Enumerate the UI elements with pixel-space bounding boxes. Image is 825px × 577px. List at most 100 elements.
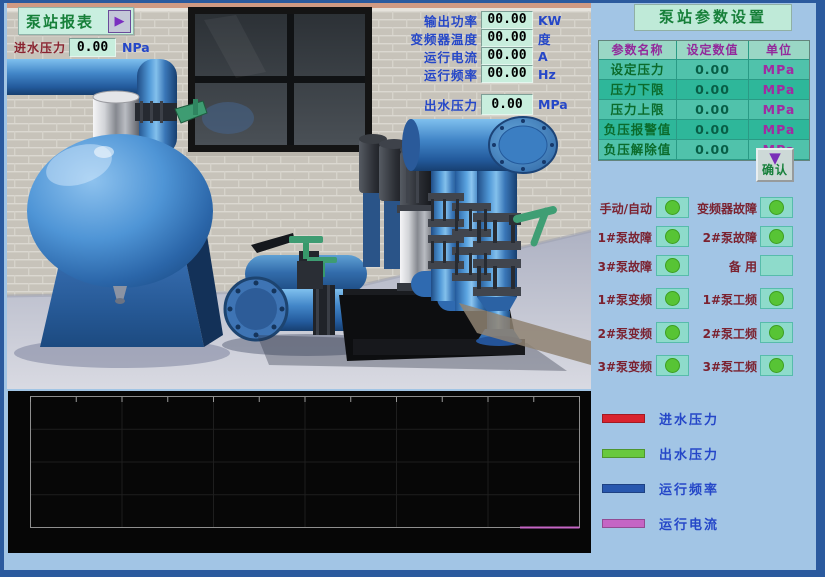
metric-row-run-current: 运行电流 00.00 A [398,47,561,65]
lamp-icon [665,258,680,273]
trend-plot [8,391,591,553]
lamp-icon [769,291,784,306]
legend-item-outlet-pressure: 出水压力 [602,447,719,459]
legend-swatch-run-current [602,519,645,528]
params-header-value: 设定数值 [677,41,749,60]
inverter-temp-unit: 度 [538,29,551,48]
legend-swatch-inlet-pressure [602,414,645,423]
lamp-icon [665,229,680,244]
inlet-pressure-unit: NPa [122,40,150,55]
status-label-pump3-fault: 3#泵故障 [595,258,652,275]
outlet-pressure-label: 出水压力 [398,95,478,114]
inlet-pressure-field: 进水压力 0.00 NPa [14,38,150,57]
legend-item-run-frequency: 运行频率 [602,482,719,494]
status-row-2: 1#泵故障 2#泵故障 [595,226,807,248]
inverter-temp-label: 变频器温度 [398,29,478,48]
window [186,7,374,156]
status-lamp-pump2-vfd [656,322,689,343]
param-name-negative-release: 负压解除值 [599,140,677,160]
run-frequency-unit: Hz [538,67,556,82]
frame-border-right [816,0,825,577]
legend-label-outlet-pressure: 出水压力 [659,444,719,463]
status-lamp-pump1-mains [760,288,793,309]
status-lamp-pump2-fault [760,226,793,247]
param-value-negative-alarm[interactable]: 0.00 [677,120,749,140]
pressure-tank [14,134,230,368]
metric-row-run-frequency: 运行频率 00.00 Hz [398,65,561,83]
status-lamp-pump3-vfd [656,355,689,376]
status-label-pump1-mains: 1#泵工频 [687,291,757,308]
lamp-icon [665,291,680,306]
params-header-name: 参数名称 [599,41,677,60]
measurement-panel: 输出功率 00.00 KW 变频器温度 00.00 度 运行电流 00.00 A… [398,11,561,83]
status-label-pump1-vfd: 1#泵变频 [595,291,652,308]
param-name-set-pressure: 设定压力 [599,60,677,80]
legend-swatch-run-frequency [602,484,645,493]
report-arrow-icon[interactable]: ▶ [108,10,131,33]
status-label-pump3-mains: 3#泵工频 [687,358,757,375]
lamp-icon [665,325,680,340]
status-label-pump1-fault: 1#泵故障 [595,229,652,246]
metric-row-inverter-temp: 变频器温度 00.00 度 [398,29,561,47]
status-row-4: 1#泵变频 1#泵工频 [595,288,807,310]
param-unit-set-pressure: MPa [749,60,809,80]
param-value-set-pressure[interactable]: 0.00 [677,60,749,80]
status-lamp-manual-auto [656,197,689,218]
frame-border-left [0,0,4,577]
legend-item-inlet-pressure: 进水压力 [602,412,719,424]
run-current-value: 00.00 [481,47,533,65]
outlet-pressure-value: 0.00 [481,94,533,115]
inlet-pressure-value: 0.00 [69,38,116,57]
status-label-pump2-mains: 2#泵工频 [687,325,757,342]
run-current-unit: A [538,49,548,64]
legend-swatch-outlet-pressure [602,449,645,458]
discharge-header-pipe [402,117,557,173]
status-lamp-pump1-fault [656,226,689,247]
status-row-5: 2#泵变频 2#泵工频 [595,322,807,344]
frame-border-top [0,0,825,3]
status-label-vfd-fault: 变频器故障 [687,200,757,217]
lamp-icon [769,229,784,244]
status-lamp-pump3-mains [760,355,793,376]
status-label-pump3-vfd: 3#泵变频 [595,358,652,375]
params-table: 参数名称 设定数值 单位 设定压力 0.00 MPa 压力下限 0.00 MPa… [598,40,810,161]
lamp-icon [769,325,784,340]
status-label-spare: 备 用 [687,258,757,275]
legend-label-run-current: 运行电流 [659,514,719,533]
report-button-label: 泵站报表 [19,11,108,32]
outlet-pressure-unit: MPa [538,97,568,112]
frame-border-bottom [0,570,825,577]
run-current-label: 运行电流 [398,47,478,66]
status-lamp-pump2-mains [760,322,793,343]
param-name-negative-alarm: 负压报警值 [599,120,677,140]
status-row-3: 3#泵故障 备 用 [595,255,807,277]
status-row-6: 3#泵变频 3#泵工频 [595,355,807,377]
report-button[interactable]: 泵站报表 ▶ [18,7,134,35]
lamp-icon [665,200,680,215]
pump-station-3d-view: 泵站报表 ▶ 进水压力 0.00 NPa 输出功率 00.00 KW 变频器温度… [7,3,591,389]
legend-label-inlet-pressure: 进水压力 [659,409,719,428]
param-value-negative-release[interactable]: 0.00 [677,140,749,160]
output-power-label: 输出功率 [398,11,478,30]
params-header-unit: 单位 [749,41,809,60]
params-panel-title: 泵站参数设置 [634,4,792,31]
param-unit-pressure-low: MPa [749,80,809,100]
param-name-pressure-high: 压力上限 [599,100,677,120]
lamp-icon [769,358,784,373]
run-frequency-label: 运行频率 [398,65,478,84]
legend-item-run-current: 运行电流 [602,517,719,529]
output-power-unit: KW [538,13,561,28]
status-label-pump2-vfd: 2#泵变频 [595,325,652,342]
confirm-button[interactable]: ▼ 确认 [756,148,794,182]
status-label-pump2-fault: 2#泵故障 [687,229,757,246]
param-unit-negative-alarm: MPa [749,120,809,140]
param-value-pressure-low[interactable]: 0.00 [677,80,749,100]
lamp-icon [665,358,680,373]
inlet-pressure-label: 进水压力 [14,39,66,56]
status-label-manual-auto: 手动/自动 [595,200,652,217]
trend-chart [8,391,591,553]
param-name-pressure-low: 压力下限 [599,80,677,100]
status-lamp-pump3-fault [656,255,689,276]
run-frequency-value: 00.00 [481,65,533,83]
param-value-pressure-high[interactable]: 0.00 [677,100,749,120]
